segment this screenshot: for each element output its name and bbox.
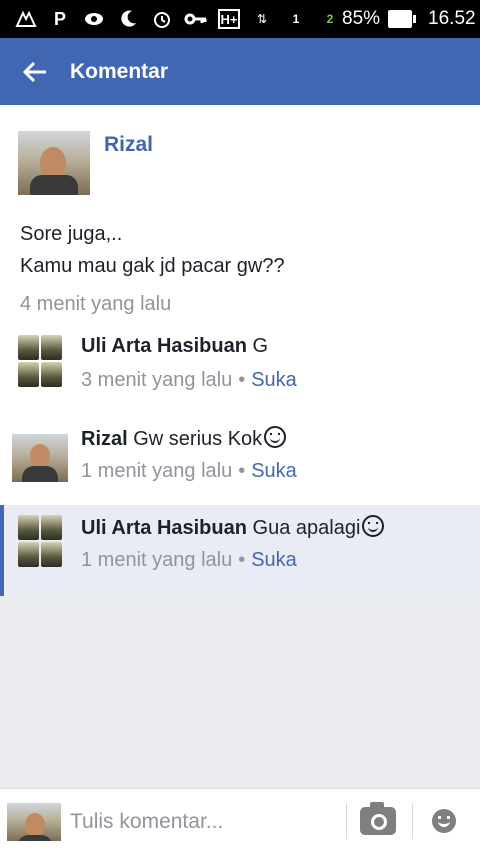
clock: 16.52 [428,8,476,29]
key-icon [184,8,208,30]
like-button[interactable]: Suka [251,369,297,391]
app-bar: Komentar [0,38,480,105]
camera-icon[interactable] [360,802,396,835]
page-title: Komentar [70,59,169,83]
commenter-avatar[interactable] [18,335,62,387]
post-line-1: Sore juga,.. [20,223,123,245]
comment-text: G [252,335,269,357]
post-author-avatar[interactable] [18,131,90,195]
post-line-2: Kamu mau gak jd pacar gw?? [20,255,285,277]
comment-body: Uli Arta Hasibuan G [81,335,268,358]
commenter-avatar[interactable] [18,515,62,567]
comment-text: Gw serius Kok [133,428,263,450]
sim2-signal-icon: 2 [326,12,334,26]
like-button[interactable]: Suka [251,460,297,482]
comment-timestamp: 1 menit yang lalu [81,460,233,482]
comment-meta: 1 menit yang lalu • Suka [81,549,297,571]
post-header: Rizal [18,131,153,195]
comment-body: Uli Arta Hasibuan Gua apalagi [81,515,385,540]
battery-percent: 85% [342,8,381,29]
commenter-name[interactable]: Rizal [81,428,128,450]
eye-icon [82,8,106,30]
comments-panel: Rizal Sore juga,.. Kamu mau gak jd pacar… [0,105,480,596]
sim1-signal-icon: 1 [292,12,300,26]
post-text: Sore juga,.. Kamu mau gak jd pacar gw?? [20,218,285,282]
hplus-icon: H+ [218,9,240,29]
commenter-name[interactable]: Uli Arta Hasibuan [81,517,247,539]
commenter-name[interactable]: Uli Arta Hasibuan [81,335,247,357]
post-timestamp: 4 menit yang lalu [20,293,172,315]
data-arrows-icon: ⇅ [256,12,268,26]
alarm-icon [150,8,174,30]
post-author-name[interactable]: Rizal [104,133,153,195]
like-button[interactable]: Suka [251,549,297,571]
parking-icon: P [53,8,66,29]
comment-item: Uli Arta Hasibuan G 3 menit yang lalu • Su… [0,325,480,416]
highlight-bar [0,505,4,596]
arrow-left-icon [22,61,46,82]
composer-avatar [7,803,61,841]
divider [412,803,413,839]
grin-emoji-icon [362,515,385,537]
comment-text: Gua apalagi [252,517,361,539]
notification-icon [14,8,38,30]
comment-item-highlighted: Uli Arta Hasibuan Gua apalagi 1 menit ya… [0,505,480,596]
comment-input[interactable] [68,799,342,845]
back-button[interactable] [0,38,70,105]
status-bar: P H+ ⇅ 1 2 85% 16.52 [0,0,480,38]
comment-item: Rizal Gw serius Kok 1 menit yang lalu • Su… [0,416,480,507]
comment-timestamp: 1 menit yang lalu [81,549,233,571]
grin-emoji-icon [264,426,287,448]
smiley-icon[interactable] [432,809,456,833]
comment-composer [0,788,480,855]
comment-meta: 3 menit yang lalu • Suka [81,369,297,391]
comment-body: Rizal Gw serius Kok [81,426,287,451]
commenter-avatar[interactable] [12,434,68,482]
comment-meta: 1 menit yang lalu • Suka [81,460,297,482]
comment-timestamp: 3 menit yang lalu [81,369,233,391]
battery-icon [388,10,417,28]
divider [346,803,347,839]
moon-icon [116,8,140,30]
